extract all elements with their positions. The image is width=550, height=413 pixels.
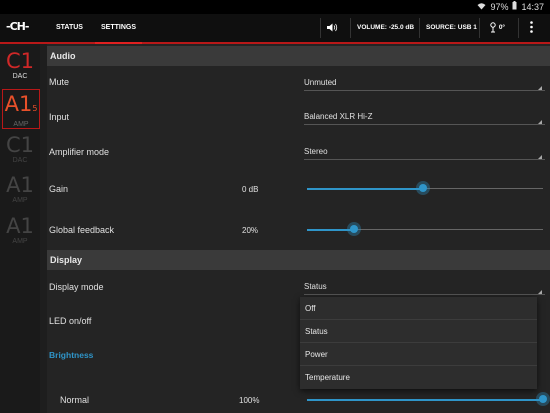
device-amp-1-selected[interactable]: A15 AMP [2,89,40,129]
device-amp-2[interactable]: A1 AMP [0,174,40,205]
input-select[interactable]: Balanced XLR Hi-Z [304,112,372,121]
battery-icon [512,1,517,12]
gain-value: 0 dB [242,185,259,194]
tab-settings[interactable]: SETTINGS [94,14,143,44]
device-type: AMP [12,197,28,204]
gain-label: Gain [49,184,69,194]
volume-readout[interactable]: VOLUME: -25.0 dB [357,14,414,42]
divider [518,18,519,38]
normal-value: 100% [239,396,260,405]
rotation-control[interactable]: 0° [489,14,505,42]
device-type: DAC [12,157,28,164]
divider [419,18,420,38]
device-amp-3[interactable]: A1 AMP [0,215,40,246]
mute-select[interactable]: Unmuted [304,78,336,87]
led-label: LED on/off [49,316,92,326]
tab-status[interactable]: STATUS [56,14,83,42]
amp-mode-select[interactable]: Stereo [304,147,328,156]
clock: 14:37 [521,1,544,12]
wifi-icon [477,2,486,12]
feedback-label: Global feedback [49,225,115,235]
slider-thumb[interactable] [347,222,362,236]
slider-thumb[interactable] [536,392,550,406]
device-type: DAC [12,73,28,80]
dropdown-arrow-icon [538,290,542,294]
mute-label: Mute [49,77,70,87]
device-code: A1 [6,214,34,238]
slider-fill [307,398,543,401]
amp-mode-select-underline [304,159,545,160]
dropdown-arrow-icon [538,86,542,90]
dropdown-arrow-icon [538,155,542,159]
device-dac-1[interactable]: C1 DAC [0,50,40,81]
device-type: AMP [13,121,29,128]
rotation-value: 0° [498,24,506,31]
dropdown-option[interactable]: Temperature [300,366,537,389]
display-mode-label: Display mode [49,282,104,292]
brightness-subheader: Brightness [49,350,94,360]
slider-fill [307,187,423,190]
device-code: C1 [5,133,35,157]
device-code: A1 [4,92,33,116]
device-type: AMP [12,238,28,245]
display-mode-select-underline [304,294,545,295]
display-section-header: Display [47,250,550,270]
source-readout[interactable]: SOURCE: USB 1 [426,14,477,42]
device-code: A1 [6,173,34,197]
display-mode-select[interactable]: Status [304,282,327,291]
dropdown-option[interactable]: Power [300,343,537,366]
dropdown-option[interactable]: Off [300,297,537,320]
app-logo: -CH- [6,20,29,33]
device-sidebar: C1 DAC A15 AMP C1 DAC A1 AMP A1 AMP [0,44,40,413]
divider [320,18,321,38]
device-dac-2[interactable]: C1 DAC [0,134,40,165]
dropdown-option[interactable]: Status [300,320,537,343]
headphone-icon [489,22,499,33]
status-right: 97% 14:37 [477,1,544,12]
divider [479,18,480,38]
divider [350,18,351,38]
dropdown-arrow-icon [538,120,542,124]
input-label: Input [49,112,70,122]
app-bar: -CH- STATUS SETTINGS VOLUME: -25.0 dB SO… [0,14,550,44]
audio-section-header: Audio [47,46,550,66]
slider-thumb[interactable] [415,181,430,195]
amp-mode-label: Amplifier mode [49,147,110,157]
device-code: C1 [5,49,35,73]
volume-icon[interactable] [327,14,338,42]
normal-label: Normal [60,395,90,405]
more-menu-icon[interactable] [530,14,533,42]
device-badge: 5 [32,104,38,113]
battery-percent: 97% [490,1,509,12]
feedback-value: 20% [242,226,259,235]
system-status-bar: 97% 14:37 [0,0,550,14]
display-mode-dropdown-menu: Off Status Power Temperature [300,297,537,389]
input-select-underline [304,124,545,125]
mute-select-underline [304,90,545,91]
